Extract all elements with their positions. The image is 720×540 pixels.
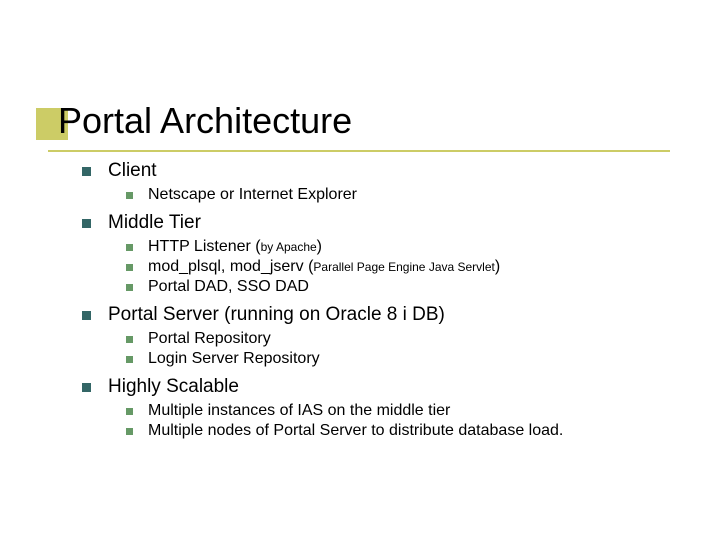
item-client-label: Client (108, 160, 157, 181)
sublist-client: Netscape or Internet Explorer (126, 186, 670, 204)
text-small: Parallel Page Engine Java Servlet (313, 260, 494, 274)
text: ) (495, 258, 500, 275)
item-scalable: Highly Scalable Multiple instances of IA… (82, 376, 670, 440)
item-portal-label: Portal Server (running on Oracle 8 i DB) (108, 304, 445, 325)
subitem-middle-a: HTTP Listener (by Apache) (126, 238, 670, 256)
bullet-list: Client Netscape or Internet Explorer Mid… (82, 160, 670, 440)
item-portal: Portal Server (running on Oracle 8 i DB)… (82, 304, 670, 368)
subitem-portal-b: Login Server Repository (126, 350, 670, 368)
sublist-middle: HTTP Listener (by Apache) mod_plsql, mod… (126, 238, 670, 296)
subitem-scalable-a: Multiple instances of IAS on the middle … (126, 402, 670, 420)
slide: Portal Architecture Client Netscape or I… (0, 0, 720, 440)
subitem-portal-a: Portal Repository (126, 330, 670, 348)
sublist-scalable: Multiple instances of IAS on the middle … (126, 402, 670, 440)
subitem-middle-b: mod_plsql, mod_jserv (Parallel Page Engi… (126, 258, 670, 276)
text: HTTP Listener ( (148, 238, 261, 255)
slide-title: Portal Architecture (58, 100, 670, 142)
item-client: Client Netscape or Internet Explorer (82, 160, 670, 204)
item-scalable-label: Highly Scalable (108, 376, 239, 397)
subitem-client-a: Netscape or Internet Explorer (126, 186, 670, 204)
text-small: by Apache (261, 240, 317, 254)
text: ) (317, 238, 322, 255)
sublist-portal: Portal Repository Login Server Repositor… (126, 330, 670, 368)
item-middle-label: Middle Tier (108, 212, 201, 233)
subitem-middle-c: Portal DAD, SSO DAD (126, 278, 670, 296)
text: mod_plsql, mod_jserv ( (148, 258, 313, 275)
item-middle: Middle Tier HTTP Listener (by Apache) mo… (82, 212, 670, 296)
subitem-scalable-b: Multiple nodes of Portal Server to distr… (126, 422, 670, 440)
